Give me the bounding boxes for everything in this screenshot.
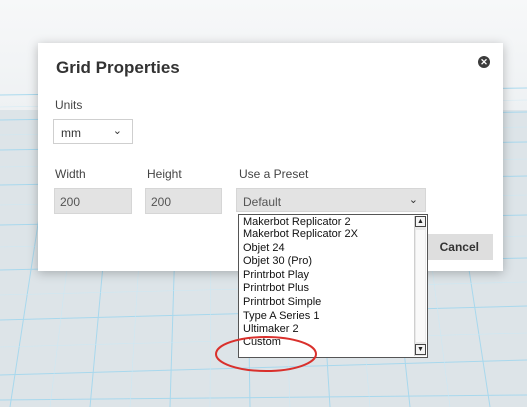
preset-option[interactable]: Printrbot Plus — [243, 282, 309, 294]
preset-value: Default — [243, 195, 282, 209]
units-value: mm — [61, 126, 81, 140]
preset-option[interactable]: Makerbot Replicator 2X — [243, 228, 358, 240]
height-input[interactable]: 200 — [145, 188, 222, 214]
units-label: Units — [55, 98, 83, 112]
scroll-up-icon[interactable]: ▲ — [415, 216, 426, 227]
preset-option[interactable]: Type A Series 1 — [243, 310, 319, 322]
close-icon[interactable]: ✕ — [478, 56, 490, 68]
width-input[interactable]: 200 — [54, 188, 132, 214]
highlight-ellipse — [215, 336, 317, 372]
preset-select[interactable]: Default ⌄ — [236, 188, 426, 212]
preset-option[interactable]: Objet 24 — [243, 242, 285, 254]
preset-label: Use a Preset — [239, 167, 309, 181]
cancel-button[interactable]: Cancel — [423, 234, 493, 260]
preset-option[interactable]: Objet 30 (Pro) — [243, 255, 312, 267]
height-label: Height — [147, 167, 182, 181]
preset-option[interactable]: Makerbot Replicator 2 — [243, 216, 351, 228]
scroll-thumb[interactable] — [416, 230, 425, 342]
chevron-down-icon: ⌄ — [112, 125, 122, 137]
dropdown-scrollbar[interactable]: ▲ ▼ — [414, 216, 426, 356]
units-select[interactable]: mm ⌄ — [53, 119, 133, 144]
preset-option[interactable]: Printrbot Play — [243, 269, 309, 281]
chevron-down-icon: ⌄ — [408, 194, 418, 206]
scroll-down-icon[interactable]: ▼ — [415, 344, 426, 355]
dialog-title: Grid Properties — [56, 58, 180, 77]
width-label: Width — [55, 167, 86, 181]
preset-option[interactable]: Printrbot Simple — [243, 296, 321, 308]
